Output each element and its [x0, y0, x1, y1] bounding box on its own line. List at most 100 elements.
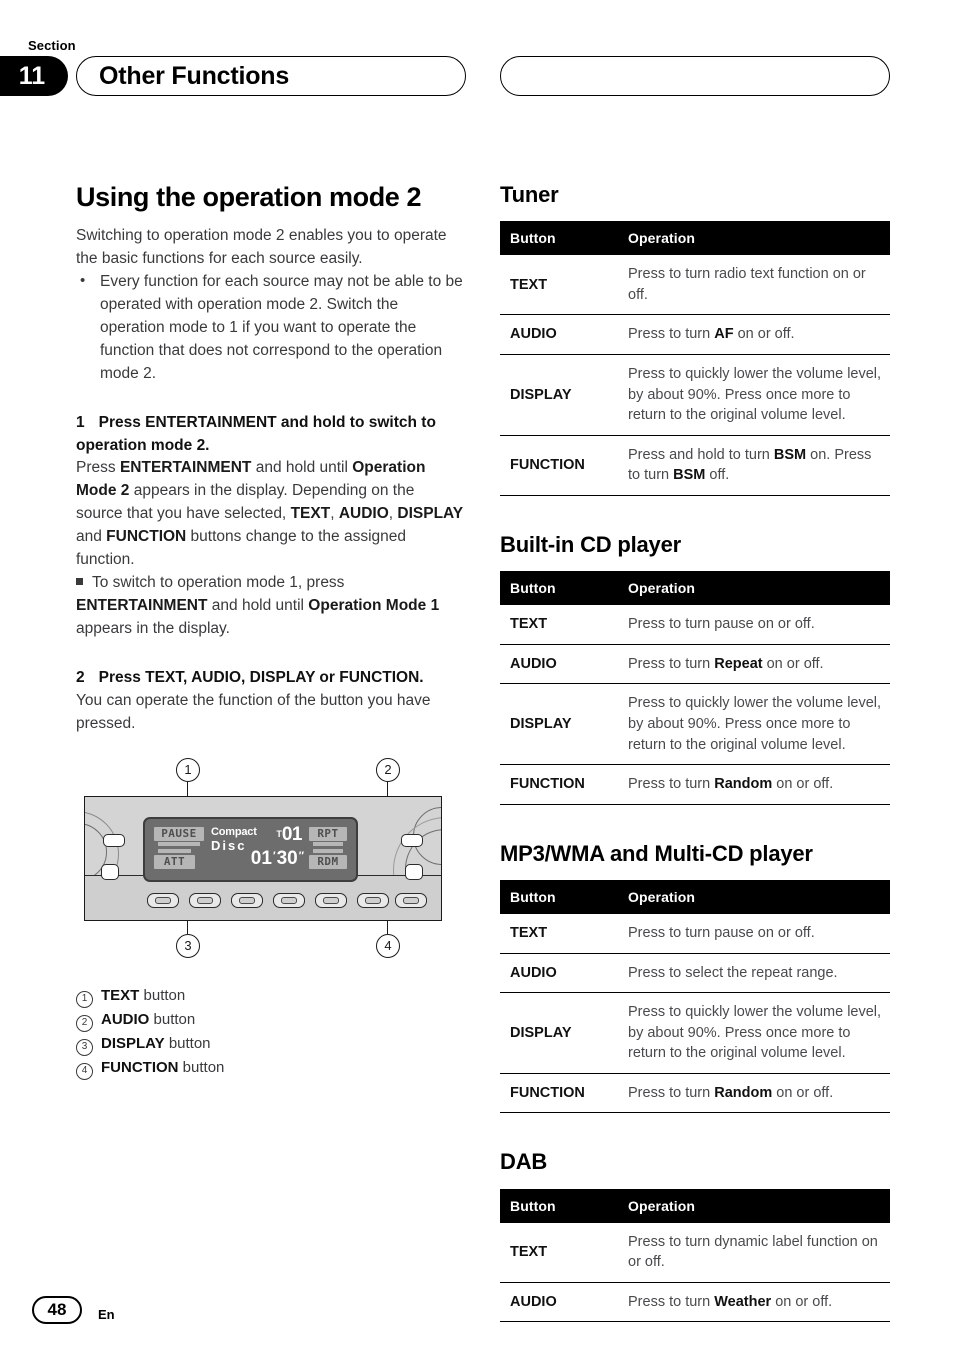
cell-button-name: FUNCTION: [500, 435, 614, 496]
preset-button-6[interactable]: [357, 892, 389, 908]
lcd-att-indicator: ATT: [154, 854, 195, 869]
callout-1: 1: [176, 757, 200, 782]
audio-button[interactable]: [401, 833, 423, 847]
lcd-elapsed-time: 01′30″: [251, 848, 305, 870]
cell-operation-description: Press to quickly lower the volume level,…: [614, 354, 890, 436]
column-header-button: Button: [500, 571, 614, 606]
cell-button-name: TEXT: [500, 255, 614, 316]
callout-2: 2: [376, 757, 400, 782]
legend-marker-4: 4: [76, 1062, 93, 1080]
table-row: FUNCTION Press to turn Random on or off.: [500, 1073, 890, 1114]
diagram-legend: 1 TEXT button 2 AUDIO button 3 DISPLAY butt…: [76, 984, 464, 1080]
cell-operation-description: Press to quickly lower the volume level,…: [614, 992, 890, 1074]
lcd-display: PAUSE ATT RPT RDM Compact Disc T01 01′30…: [143, 816, 358, 882]
table-block-3: DAB Button Operation TEXT Press to turn dyna…: [500, 1149, 890, 1323]
cell-button-name: DISPLAY: [500, 683, 614, 766]
intro-paragraph: Switching to operation mode 2 enables yo…: [76, 227, 447, 267]
list-item: Every function for each source may not b…: [76, 270, 464, 386]
cell-button-name: DISPLAY: [500, 354, 614, 436]
table-header-row: Button Operation: [500, 1188, 890, 1223]
lcd-compact-text: Compact: [211, 825, 257, 838]
column-header-operation: Operation: [614, 571, 890, 606]
legend-name-3: DISPLAY: [101, 1034, 165, 1052]
cell-operation-description: Press to select the repeat range.: [614, 953, 890, 994]
column-header-operation: Operation: [614, 1188, 890, 1223]
step-1-title: Press ENTERTAINMENT and hold to switch t…: [76, 413, 436, 454]
lcd-pause-underline: [158, 841, 200, 846]
table-row: TEXT Press to turn pause on or off.: [500, 605, 890, 645]
preset-button-4[interactable]: [273, 892, 305, 908]
text-button[interactable]: [103, 833, 125, 847]
preset-button-5[interactable]: [315, 892, 347, 908]
function-button[interactable]: [405, 863, 423, 880]
display-button[interactable]: [101, 863, 119, 880]
table-header-row: Button Operation: [500, 879, 890, 914]
table-row: DISPLAY Press to quickly lower the volume…: [500, 354, 890, 436]
table-block-0: Tuner Button Operation TEXT Press to turn ra…: [500, 182, 890, 496]
column-header-button: Button: [500, 1188, 614, 1223]
cell-button-name: TEXT: [500, 913, 614, 954]
column-header-operation: Operation: [614, 879, 890, 914]
table-row: DISPLAY Press to quickly lower the volume…: [500, 683, 890, 766]
cell-button-name: TEXT: [500, 605, 614, 645]
cell-operation-description: Press to turn pause on or off.: [614, 605, 890, 645]
page-footer: 48 En: [32, 1296, 115, 1324]
legend-marker-3: 3: [76, 1038, 93, 1056]
square-bullet-icon: [76, 578, 83, 586]
language-code: En: [98, 1307, 115, 1322]
callout-4: 4: [376, 933, 400, 958]
legend-name-4: FUNCTION: [101, 1058, 179, 1076]
main-heading: Using the operation mode 2: [76, 182, 422, 212]
header-right-pill: [500, 56, 890, 96]
legend-suffix-4: button: [182, 1058, 225, 1076]
head-unit-faceplate: PAUSE ATT RPT RDM Compact Disc T01 01′30…: [84, 795, 442, 921]
lcd-time-minutes: 01: [250, 847, 272, 869]
cell-operation-description: Press to turn AF on or off.: [614, 314, 890, 356]
lcd-second-tick: ″: [298, 849, 304, 862]
legend-item-4: 4 FUNCTION button: [76, 1056, 464, 1080]
cell-button-name: TEXT: [500, 1222, 614, 1283]
lcd-track-number: T01: [276, 824, 302, 846]
cell-operation-description: Press to turn dynamic label function on …: [614, 1222, 890, 1283]
table-row: AUDIO Press to select the repeat range.: [500, 953, 890, 994]
operation-table-1: Button Operation TEXT Press to turn pause o…: [500, 571, 890, 805]
cell-button-name: FUNCTION: [500, 1073, 614, 1114]
column-header-button: Button: [500, 221, 614, 256]
step-2-body: You can operate the function of the butt…: [76, 691, 431, 732]
preset-button-1[interactable]: [147, 892, 179, 908]
legend-suffix-1: button: [143, 986, 186, 1004]
preset-button-3[interactable]: [231, 892, 263, 908]
step-1-body: Press ENTERTAINMENT and hold until Opera…: [76, 459, 464, 569]
legend-item-1: 1 TEXT button: [76, 984, 464, 1008]
cell-button-name: AUDIO: [500, 953, 614, 994]
table-row: FUNCTION Press and hold to turn BSM on. P…: [500, 435, 890, 496]
preset-button-7[interactable]: [395, 892, 427, 908]
right-column: Tuner Button Operation TEXT Press to turn ra…: [500, 182, 890, 1323]
legend-suffix-2: button: [153, 1010, 196, 1028]
section-label: Section: [28, 38, 76, 53]
step-2-title: Press TEXT, AUDIO, DISPLAY or FUNCTION.: [98, 668, 424, 686]
legend-name-1: TEXT: [101, 986, 140, 1004]
table-title-1: Built-in CD player: [500, 531, 681, 557]
left-column: Using the operation mode 2 Switching to …: [76, 182, 464, 1080]
lcd-track-value: 01: [281, 823, 303, 845]
table-row: AUDIO Press to turn AF on or off.: [500, 314, 890, 356]
preset-button-2[interactable]: [189, 892, 221, 908]
legend-name-2: AUDIO: [101, 1010, 150, 1028]
cell-operation-description: Press to turn Random on or off.: [614, 764, 890, 805]
lcd-rdm-indicator: RDM: [309, 854, 347, 869]
lcd-att-underline: [158, 848, 191, 853]
operation-table-3: Button Operation TEXT Press to turn dynamic…: [500, 1188, 890, 1323]
callout-3: 3: [176, 933, 200, 958]
lcd-pause-indicator: PAUSE: [154, 826, 204, 841]
step-1-note: To switch to operation mode 1, press ENT…: [76, 572, 464, 641]
operation-table-2: Button Operation TEXT Press to turn pause o…: [500, 879, 890, 1114]
cell-button-name: AUDIO: [500, 644, 614, 685]
step-1-heading: 1 Press ENTERTAINMENT and hold to switch …: [76, 412, 464, 458]
table-row: TEXT Press to turn dynamic label function…: [500, 1222, 890, 1283]
legend-suffix-3: button: [168, 1034, 211, 1052]
operation-table-0: Button Operation TEXT Press to turn radio t…: [500, 221, 890, 496]
lcd-time-seconds: 30: [276, 847, 298, 869]
step-2-heading: 2 Press TEXT, AUDIO, DISPLAY or FUNCTION.: [76, 667, 464, 690]
table-title-0: Tuner: [500, 182, 559, 207]
